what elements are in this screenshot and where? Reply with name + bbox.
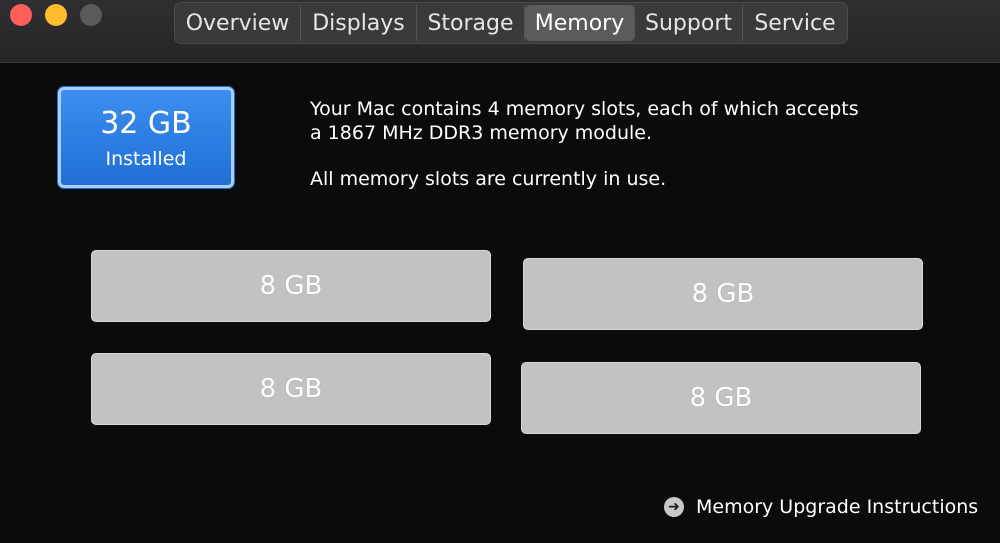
minimize-window-button[interactable] xyxy=(45,4,67,26)
memory-slots-description: Your Mac contains 4 memory slots, each o… xyxy=(310,98,859,120)
close-window-button[interactable] xyxy=(10,4,32,26)
zoom-window-button[interactable] xyxy=(80,4,102,26)
tab-memory[interactable]: Memory xyxy=(525,5,635,41)
tab-displays[interactable]: Displays xyxy=(301,5,417,41)
window-titlebar: Overview Displays Storage Memory Support… xyxy=(0,0,1000,63)
installed-memory-size: 32 GB xyxy=(100,106,192,141)
installed-memory-label: Installed xyxy=(105,148,187,170)
memory-upgrade-instructions-label: Memory Upgrade Instructions xyxy=(696,496,979,518)
tab-service[interactable]: Service xyxy=(743,5,847,41)
tab-storage[interactable]: Storage xyxy=(417,5,525,41)
arrow-right-circle-icon: ➜ xyxy=(664,497,684,517)
tab-support[interactable]: Support xyxy=(635,5,743,41)
memory-slot-3: 8 GB xyxy=(91,353,491,425)
memory-module-description: a 1867 MHz DDR3 memory module. xyxy=(310,122,653,144)
memory-slot-4: 8 GB xyxy=(521,362,921,434)
memory-slot-2: 8 GB xyxy=(523,258,923,330)
memory-upgrade-instructions-link[interactable]: ➜ Memory Upgrade Instructions xyxy=(664,496,978,518)
memory-slot-1: 8 GB xyxy=(91,250,491,322)
tab-bar: Overview Displays Storage Memory Support… xyxy=(174,2,848,44)
installed-memory-badge: 32 GB Installed xyxy=(58,87,234,188)
tab-overview[interactable]: Overview xyxy=(175,5,301,41)
memory-slots-status: All memory slots are currently in use. xyxy=(310,168,667,190)
